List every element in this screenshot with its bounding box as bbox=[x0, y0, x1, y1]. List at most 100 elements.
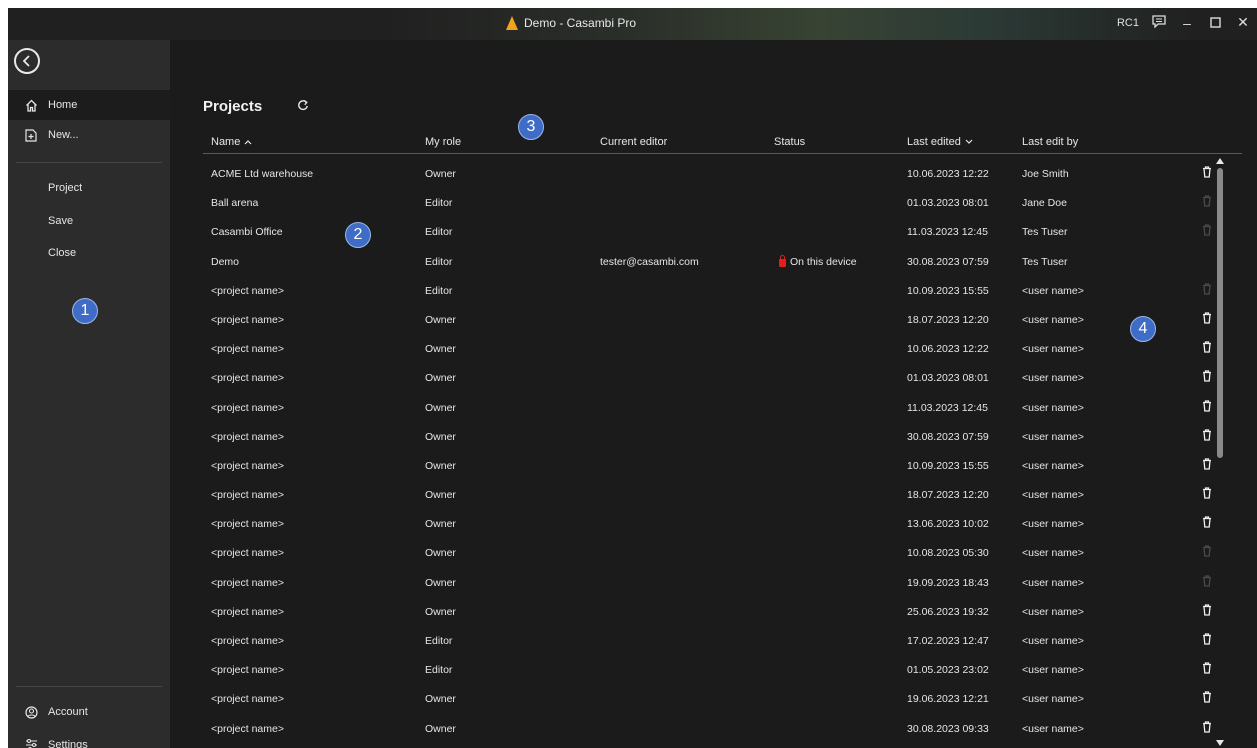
sidebar-item-save[interactable]: Save bbox=[48, 215, 73, 227]
delete-icon[interactable] bbox=[1202, 458, 1214, 472]
last-edited-cell: 10.06.2023 12:22 bbox=[907, 343, 989, 356]
casambi-logo-icon bbox=[506, 16, 518, 30]
project-name-cell: <project name> bbox=[211, 576, 284, 589]
column-header-name[interactable]: Name bbox=[211, 136, 252, 148]
title-bar: Demo - Casambi Pro RC1 – ✕ bbox=[8, 8, 1257, 40]
column-header-last-edited[interactable]: Last edited bbox=[907, 136, 973, 148]
table-row[interactable]: <project name> Owner 10.09.2023 15:55 <user… bbox=[203, 454, 1243, 483]
role-cell: Editor bbox=[425, 197, 453, 210]
column-header-label: Name bbox=[211, 136, 241, 148]
maximize-icon[interactable] bbox=[1207, 15, 1223, 31]
last-edited-cell: 11.03.2023 12:45 bbox=[907, 226, 988, 239]
last-edited-cell: 13.06.2023 10:02 bbox=[907, 518, 989, 531]
last-edit-by-cell: <user name> bbox=[1022, 284, 1084, 297]
last-edited-cell: 10.06.2023 12:22 bbox=[907, 168, 989, 180]
sidebar-item-settings[interactable]: Settings bbox=[8, 730, 170, 748]
last-edit-by-cell: <user name> bbox=[1022, 459, 1084, 472]
project-name-cell: <project name> bbox=[211, 664, 284, 677]
delete-icon[interactable] bbox=[1202, 166, 1214, 180]
delete-icon bbox=[1202, 283, 1214, 297]
table-row[interactable]: <project name> Owner 18.07.2023 12:20 <user… bbox=[203, 483, 1243, 512]
scroll-down-arrow-icon[interactable] bbox=[1216, 740, 1224, 746]
refresh-icon[interactable] bbox=[296, 98, 310, 112]
scroll-up-arrow-icon[interactable] bbox=[1216, 158, 1224, 164]
project-name-cell: Demo bbox=[211, 255, 240, 268]
sidebar-item-label: Settings bbox=[48, 739, 88, 748]
delete-icon[interactable] bbox=[1202, 604, 1214, 618]
table-row[interactable]: <project name> Owner 13.06.2023 10:02 <user… bbox=[203, 512, 1243, 541]
table-row[interactable]: <project name> Editor 17.02.2023 12:47 <use… bbox=[203, 629, 1243, 658]
feedback-icon[interactable] bbox=[1151, 14, 1167, 31]
project-name-cell: <project name> bbox=[211, 547, 284, 560]
delete-icon bbox=[1202, 195, 1214, 209]
table-header: Name My role Current editor Status Last … bbox=[203, 134, 1242, 154]
last-edited-cell: 19.09.2023 18:43 bbox=[907, 576, 989, 589]
last-edited-cell: 30.08.2023 09:33 bbox=[907, 722, 989, 735]
table-row[interactable]: <project name> Editor 01.05.2023 23:02 <use… bbox=[203, 658, 1243, 687]
sidebar-item-new[interactable]: New... bbox=[8, 120, 170, 150]
scrollbar-thumb[interactable] bbox=[1217, 168, 1223, 458]
project-name-cell: <project name> bbox=[211, 605, 284, 618]
last-edit-by-cell: <user name> bbox=[1022, 518, 1084, 531]
role-cell: Owner bbox=[425, 693, 456, 706]
last-edited-cell: 30.08.2023 07:59 bbox=[907, 255, 989, 268]
delete-icon[interactable] bbox=[1202, 312, 1214, 326]
role-cell: Owner bbox=[425, 343, 456, 356]
delete-icon[interactable] bbox=[1202, 429, 1214, 443]
back-button[interactable] bbox=[14, 48, 40, 74]
project-name-cell: <project name> bbox=[211, 635, 284, 647]
last-edited-cell: 01.05.2023 23:02 bbox=[907, 664, 989, 677]
delete-icon[interactable] bbox=[1202, 341, 1214, 355]
last-edit-by-cell: Joe Smith bbox=[1022, 168, 1069, 180]
project-name-cell: <project name> bbox=[211, 722, 284, 735]
sidebar-item-project[interactable]: Project bbox=[48, 182, 82, 194]
column-header-status[interactable]: Status bbox=[774, 136, 805, 148]
column-header-last-edit-by[interactable]: Last edit by bbox=[1022, 136, 1078, 148]
column-header-editor[interactable]: Current editor bbox=[600, 136, 667, 148]
sidebar-item-account[interactable]: Account bbox=[8, 697, 170, 727]
role-cell: Owner bbox=[425, 576, 456, 589]
sidebar: Home New... Project Save Close 1 Account… bbox=[8, 40, 170, 748]
user-badge[interactable]: RC1 bbox=[1117, 17, 1139, 29]
project-name-cell: <project name> bbox=[211, 693, 284, 706]
table-row[interactable]: <project name> Owner 10.06.2023 12:22 <user… bbox=[203, 337, 1243, 366]
table-row[interactable]: <project name> Owner 25.06.2023 19:32 <user… bbox=[203, 600, 1243, 629]
column-header-role[interactable]: My role bbox=[425, 136, 461, 148]
delete-icon[interactable] bbox=[1202, 633, 1214, 647]
divider bbox=[16, 686, 162, 687]
role-cell: Owner bbox=[425, 459, 456, 472]
last-edit-by-cell: Tes Tuser bbox=[1022, 255, 1068, 268]
role-cell: Owner bbox=[425, 518, 456, 531]
delete-icon[interactable] bbox=[1202, 370, 1214, 384]
delete-icon[interactable] bbox=[1202, 662, 1214, 676]
table-row[interactable]: Ball arena Editor 01.03.2023 08:01 Jane Doe bbox=[203, 191, 1243, 220]
table-row[interactable]: <project name> Owner 18.07.2023 12:20 <user… bbox=[203, 308, 1243, 337]
table-row[interactable]: <project name> Editor 10.09.2023 15:55 <use… bbox=[203, 279, 1243, 308]
delete-icon[interactable] bbox=[1202, 691, 1214, 705]
table-row[interactable]: ACME Ltd warehouse Owner 10.06.2023 12:22 J… bbox=[203, 162, 1243, 191]
table-row[interactable]: <project name> Owner 19.09.2023 18:43 <user… bbox=[203, 571, 1243, 600]
table-row[interactable]: <project name> Owner 11.03.2023 12:45 <user… bbox=[203, 396, 1243, 425]
project-name-cell: <project name> bbox=[211, 518, 284, 531]
table-row[interactable]: <project name> Owner 10.08.2023 05:30 <user… bbox=[203, 541, 1243, 570]
delete-icon[interactable] bbox=[1202, 487, 1214, 501]
sidebar-item-close[interactable]: Close bbox=[48, 247, 76, 259]
delete-icon[interactable] bbox=[1202, 399, 1214, 414]
column-header-label: Last edited bbox=[907, 136, 961, 148]
close-window-icon[interactable]: ✕ bbox=[1235, 14, 1251, 31]
last-edit-by-cell: <user name> bbox=[1022, 343, 1084, 356]
table-row[interactable]: <project name> Owner 01.03.2023 08:01 <user… bbox=[203, 366, 1243, 395]
delete-icon bbox=[1202, 545, 1214, 559]
sidebar-item-home[interactable]: Home bbox=[8, 90, 170, 120]
minimize-icon[interactable]: – bbox=[1179, 15, 1195, 31]
last-edited-cell: 25.06.2023 19:32 bbox=[907, 605, 989, 618]
last-edit-by-cell: <user name> bbox=[1022, 635, 1084, 647]
project-name-cell: <project name> bbox=[211, 313, 284, 326]
table-row[interactable]: Demo Editor tester@casambi.com 30.08.2023 0… bbox=[203, 250, 1243, 279]
delete-icon[interactable] bbox=[1202, 516, 1214, 530]
table-row[interactable]: <project name> Owner 19.06.2023 12:21 <user… bbox=[203, 687, 1243, 716]
table-row[interactable]: <project name> Owner 30.08.2023 09:33 <user… bbox=[203, 717, 1243, 746]
app-window: Demo - Casambi Pro RC1 – ✕ Home New... P… bbox=[8, 8, 1257, 748]
delete-icon[interactable] bbox=[1202, 720, 1214, 735]
table-row[interactable]: <project name> Owner 30.08.2023 07:59 <user… bbox=[203, 425, 1243, 454]
